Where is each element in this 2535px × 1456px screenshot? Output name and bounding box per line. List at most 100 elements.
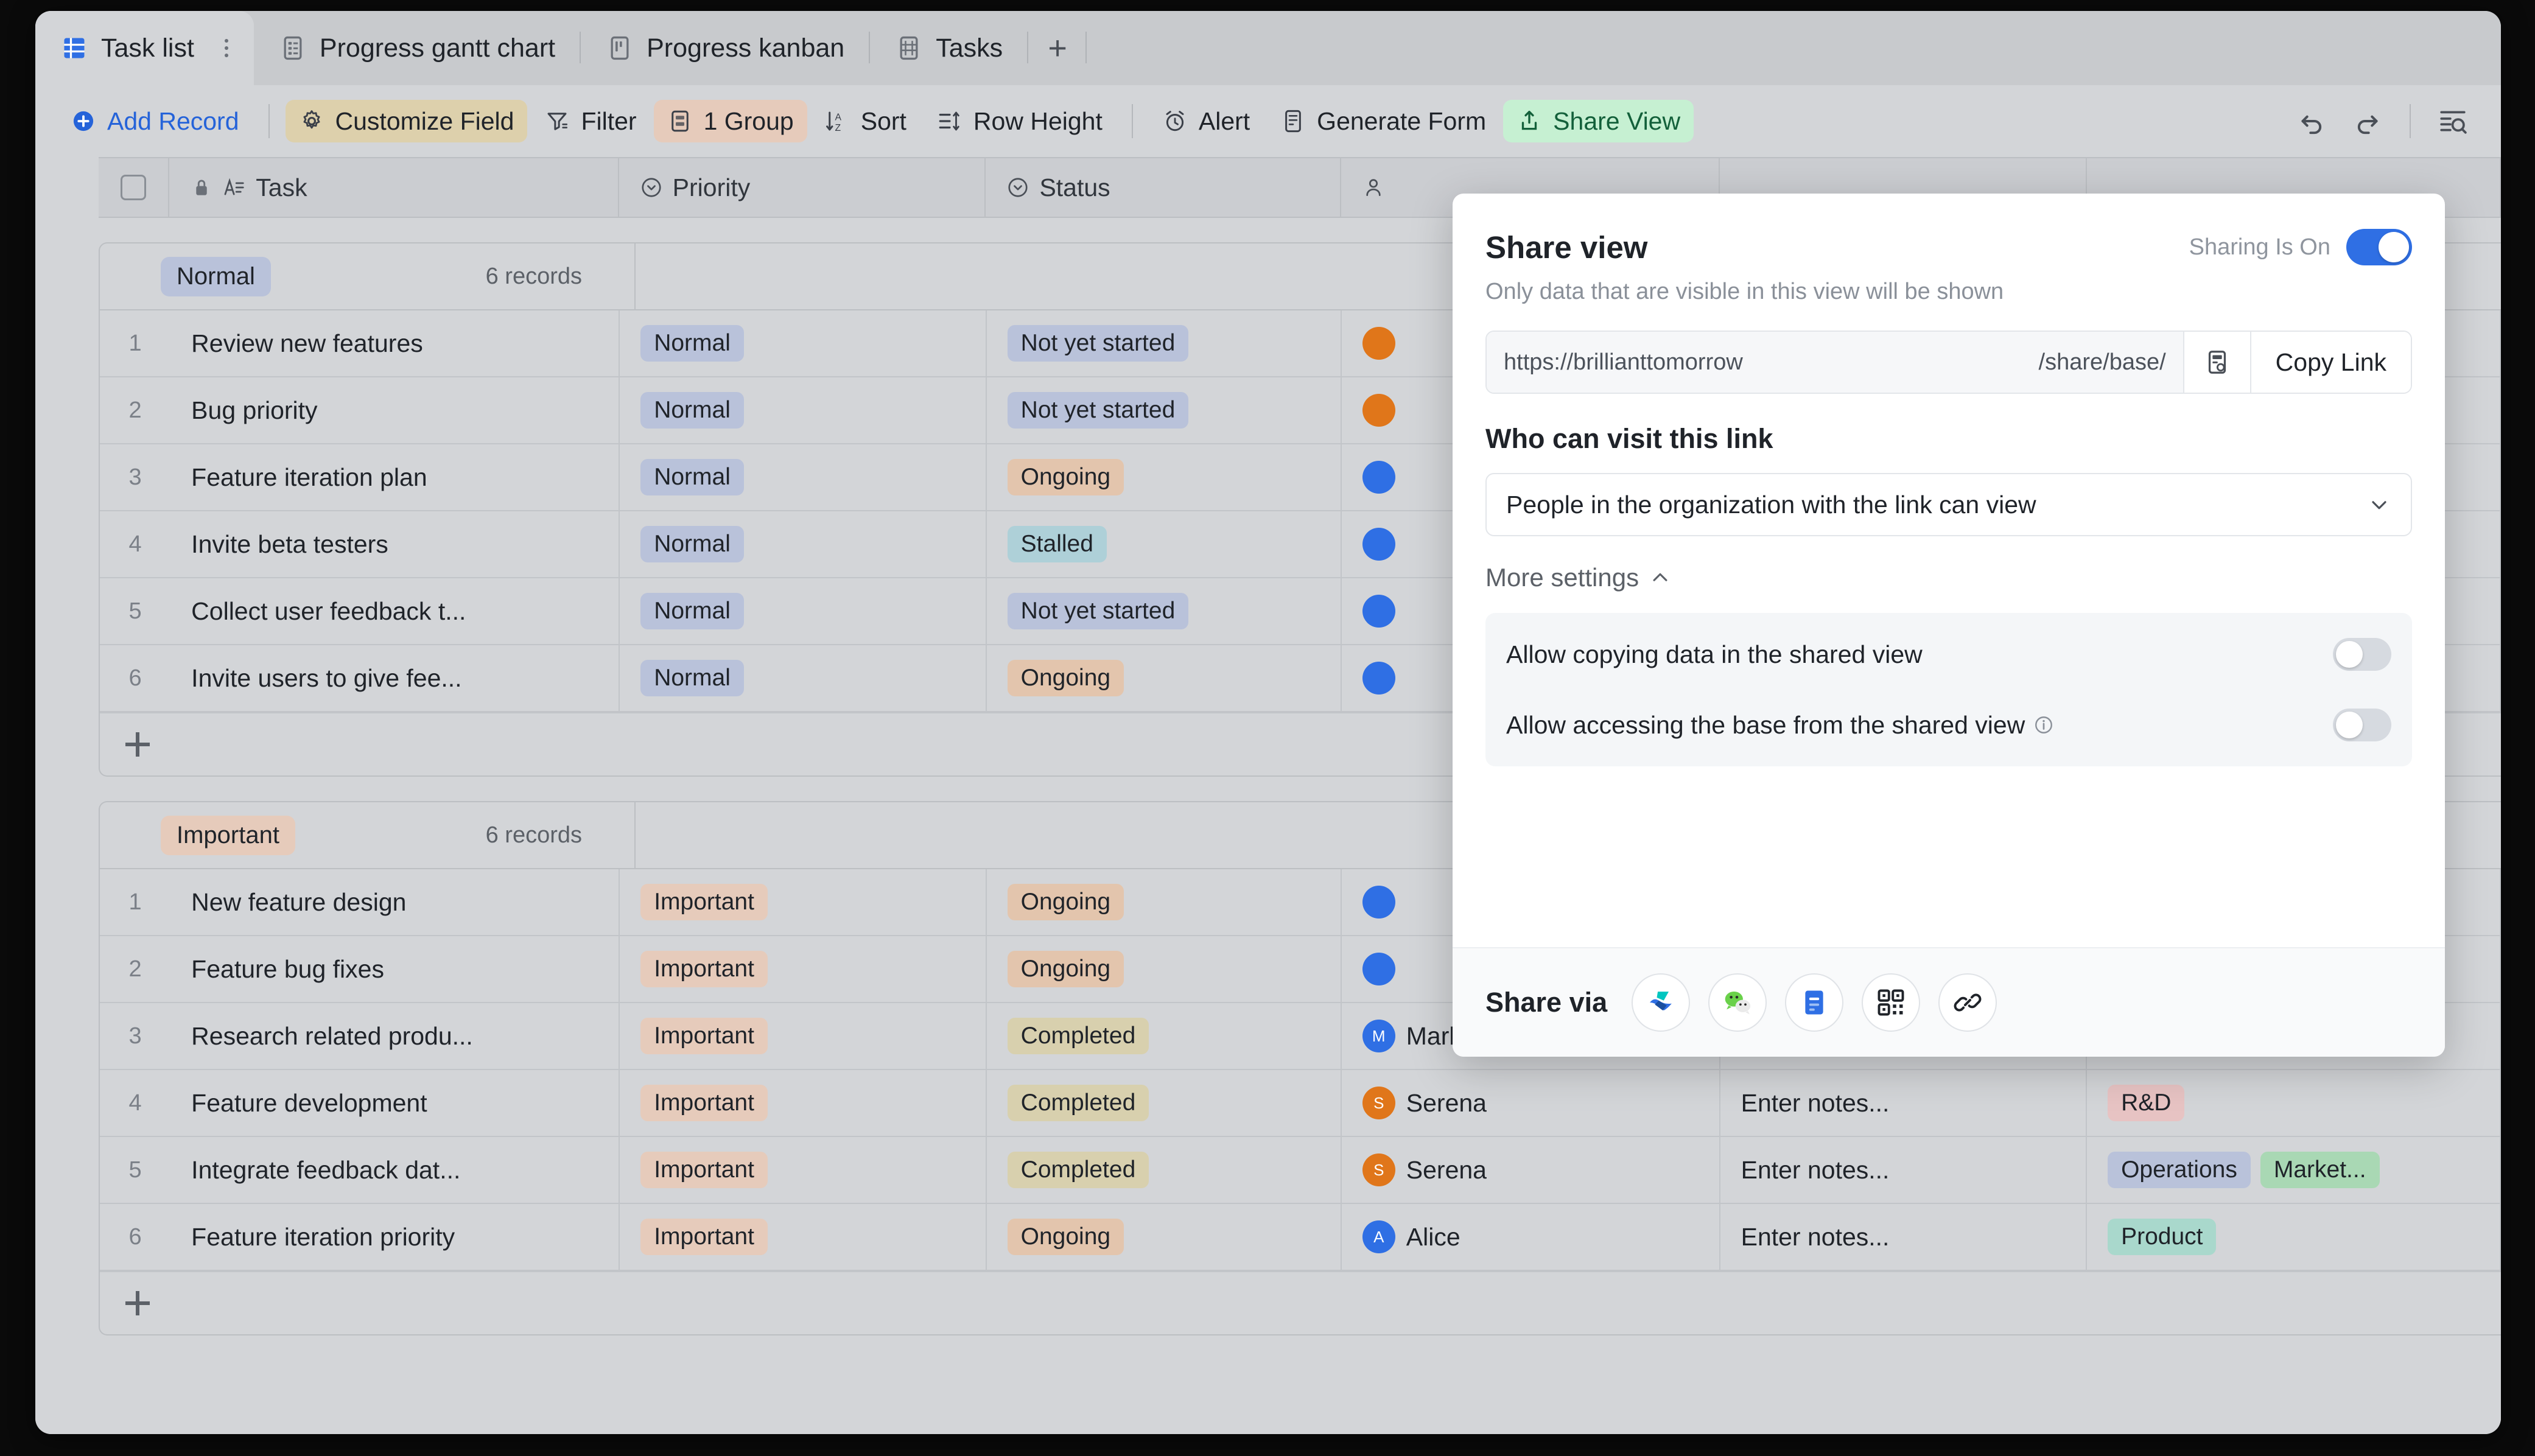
cell-status[interactable]: Completed: [987, 1070, 1342, 1136]
cell-task[interactable]: Bug priority: [170, 377, 620, 443]
tab-menu-icon[interactable]: [225, 39, 228, 57]
cell-priority[interactable]: Important: [620, 1137, 986, 1203]
cell-task[interactable]: Invite beta testers: [170, 511, 620, 577]
share-link-input[interactable]: https://brillianttomorrow /share/base/: [1487, 332, 2183, 393]
share-view-button[interactable]: Share View: [1503, 100, 1694, 142]
cell-priority[interactable]: Normal: [620, 377, 986, 443]
feishu-share-button[interactable]: [1632, 973, 1690, 1032]
cell-owner[interactable]: A Alice: [1342, 1204, 1720, 1270]
tab-progress-gantt-chart[interactable]: Progress gantt chart: [254, 11, 581, 85]
cell-priority[interactable]: Important: [620, 936, 986, 1002]
filter-button[interactable]: Filter: [531, 100, 650, 142]
generate-form-button[interactable]: Generate Form: [1267, 100, 1499, 142]
cell-tags[interactable]: Operations Market...: [2087, 1137, 2501, 1203]
cell-status[interactable]: Ongoing: [987, 936, 1342, 1002]
qrcode-share-button[interactable]: [1862, 973, 1920, 1032]
group-record-count[interactable]: 6 records: [486, 822, 611, 849]
cell-priority[interactable]: Important: [620, 1070, 986, 1136]
priority-badge: Important: [640, 951, 768, 987]
wechat-share-button[interactable]: [1708, 973, 1767, 1032]
tab-progress-kanban[interactable]: Progress kanban: [581, 11, 870, 85]
row-height-button[interactable]: Row Height: [924, 100, 1116, 142]
more-settings-toggle[interactable]: More settings: [1485, 563, 2412, 592]
cell-task[interactable]: Feature development: [170, 1070, 620, 1136]
status-badge: Ongoing: [1008, 660, 1124, 696]
row-number: 1: [100, 869, 170, 935]
copy-link-share-button[interactable]: [1938, 973, 1997, 1032]
cell-status[interactable]: Ongoing: [987, 869, 1342, 935]
cell-notes[interactable]: Enter notes...: [1720, 1204, 2087, 1270]
copy-link-button[interactable]: Copy Link: [2250, 332, 2411, 393]
cell-priority[interactable]: Normal: [620, 511, 986, 577]
cell-task[interactable]: Collect user feedback t...: [170, 578, 620, 644]
cell-status[interactable]: Stalled: [987, 511, 1342, 577]
cell-task[interactable]: Feature iteration plan: [170, 444, 620, 510]
column-header-task[interactable]: Task: [169, 158, 619, 217]
avatar: [1362, 662, 1395, 695]
cell-status[interactable]: Not yet started: [987, 377, 1342, 443]
owner-name: Serena: [1406, 1156, 1487, 1185]
cell-owner[interactable]: S Serena: [1342, 1070, 1720, 1136]
cell-task[interactable]: Integrate feedback dat...: [170, 1137, 620, 1203]
qr-code-button[interactable]: [2183, 332, 2250, 393]
add-row-button[interactable]: [100, 1271, 2501, 1334]
cell-tags[interactable]: R&D: [2087, 1070, 2501, 1136]
table-row[interactable]: 4 Feature development Important Complete…: [100, 1070, 2501, 1137]
cell-priority[interactable]: Important: [620, 1003, 986, 1069]
group-button[interactable]: 1 Group: [654, 100, 807, 142]
docs-share-button[interactable]: [1785, 973, 1843, 1032]
cell-priority[interactable]: Important: [620, 1204, 986, 1270]
column-header-status[interactable]: Status: [986, 158, 1341, 217]
share-icon: [1516, 108, 1542, 134]
cell-task[interactable]: Review new features: [170, 310, 620, 376]
cell-task[interactable]: Research related produ...: [170, 1003, 620, 1069]
select-all-checkbox[interactable]: [99, 158, 169, 217]
cell-priority[interactable]: Normal: [620, 310, 986, 376]
column-header-priority[interactable]: Priority: [619, 158, 986, 217]
cell-status[interactable]: Not yet started: [987, 578, 1342, 644]
search-rows-button[interactable]: [2427, 100, 2479, 142]
table-row[interactable]: 6 Feature iteration priority Important O…: [100, 1204, 2501, 1271]
allow-copying-toggle[interactable]: [2333, 638, 2391, 671]
sharing-toggle[interactable]: [2346, 229, 2412, 265]
cell-priority[interactable]: Normal: [620, 578, 986, 644]
cell-status[interactable]: Completed: [987, 1003, 1342, 1069]
info-icon[interactable]: [2033, 715, 2054, 735]
cell-notes[interactable]: Enter notes...: [1720, 1070, 2087, 1136]
cell-status[interactable]: Completed: [987, 1137, 1342, 1203]
cell-task[interactable]: Feature bug fixes: [170, 936, 620, 1002]
chevron-up-icon: [1650, 567, 1671, 588]
group-header-left: Normal 6 records: [100, 243, 636, 309]
cell-notes[interactable]: Enter notes...: [1720, 1137, 2087, 1203]
tag-badge: R&D: [2108, 1085, 2184, 1121]
customize-field-button[interactable]: Customize Field: [286, 100, 528, 142]
add-view-button[interactable]: +: [1028, 11, 1087, 85]
cell-status[interactable]: Ongoing: [987, 1204, 1342, 1270]
tab-task-list[interactable]: Task list: [35, 11, 254, 85]
avatar: S: [1362, 1153, 1395, 1186]
status-badge: Not yet started: [1008, 325, 1189, 362]
cell-status[interactable]: Ongoing: [987, 444, 1342, 510]
cell-priority[interactable]: Important: [620, 869, 986, 935]
visibility-select[interactable]: People in the organization with the link…: [1485, 473, 2412, 536]
undo-button[interactable]: [2285, 100, 2338, 142]
setting-label-wrap: Allow accessing the base from the shared…: [1506, 711, 2054, 740]
add-record-button[interactable]: Add Record: [57, 100, 253, 142]
table-row[interactable]: 5 Integrate feedback dat... Important Co…: [100, 1137, 2501, 1204]
allow-base-access-toggle[interactable]: [2333, 709, 2391, 741]
cell-task[interactable]: Invite users to give fee...: [170, 645, 620, 711]
cell-owner[interactable]: S Serena: [1342, 1137, 1720, 1203]
alert-button[interactable]: Alert: [1149, 100, 1263, 142]
cell-priority[interactable]: Normal: [620, 444, 986, 510]
cell-status[interactable]: Not yet started: [987, 310, 1342, 376]
cell-task[interactable]: Feature iteration priority: [170, 1204, 620, 1270]
group-record-count[interactable]: 6 records: [486, 264, 611, 290]
cell-task[interactable]: New feature design: [170, 869, 620, 935]
cell-status[interactable]: Ongoing: [987, 645, 1342, 711]
sort-button[interactable]: A Z Sort: [811, 100, 920, 142]
priority-badge: Normal: [640, 325, 744, 362]
cell-tags[interactable]: Product: [2087, 1204, 2501, 1270]
tab-tasks[interactable]: Tasks: [870, 11, 1028, 85]
redo-button[interactable]: [2341, 100, 2394, 142]
cell-priority[interactable]: Normal: [620, 645, 986, 711]
